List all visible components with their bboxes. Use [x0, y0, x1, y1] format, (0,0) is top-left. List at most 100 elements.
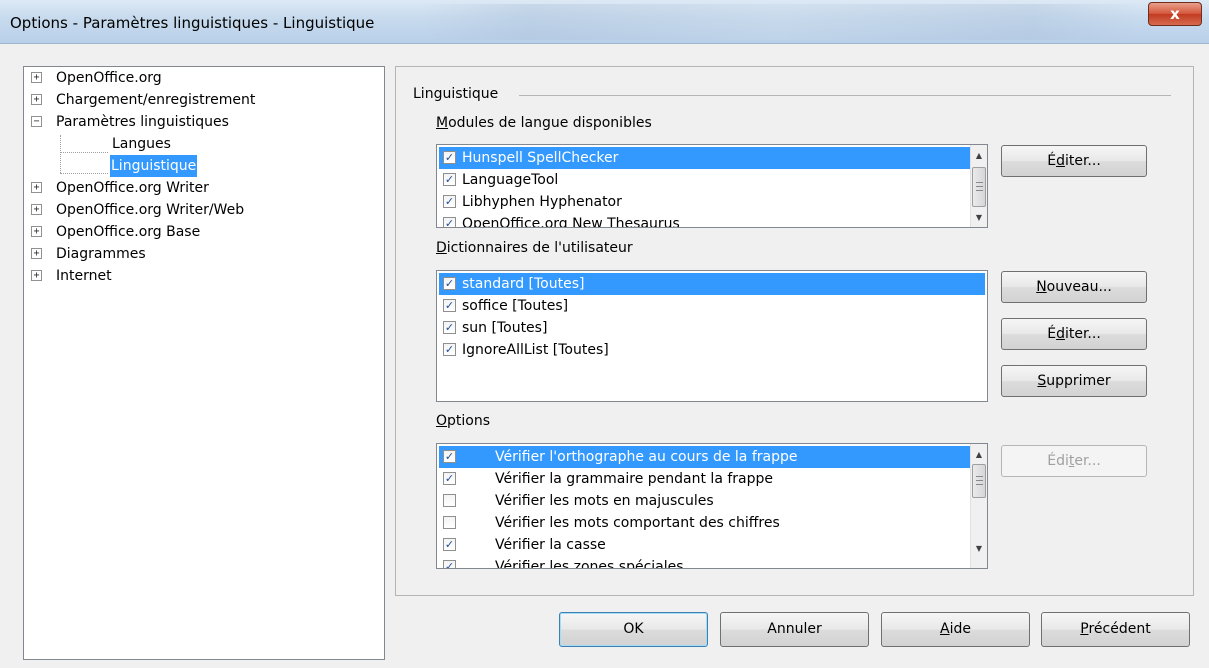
checkbox[interactable]: ✓ [443, 277, 456, 290]
checkbox[interactable]: ✓ [443, 450, 456, 463]
list-item[interactable]: ✓ Vérifier la grammaire pendant la frapp… [439, 468, 970, 490]
list-item-label: Libhyphen Hyphenator [462, 194, 622, 210]
list-item[interactable]: Vérifier les mots comportant des chiffre… [439, 512, 970, 534]
options-edit-post: er... [1074, 453, 1101, 469]
modules-label-mnemonic: M [436, 115, 449, 131]
options-tree[interactable]: + OpenOffice.org + Chargement/enregistre… [23, 66, 385, 660]
tree-item-label: Paramètres linguistiques [56, 114, 229, 130]
scroll-up-icon[interactable]: ▲ [971, 147, 987, 164]
tree-item-label: Linguistique [110, 155, 198, 177]
modules-edit-pre: É [1047, 153, 1057, 169]
dictionaries-label-rest: ictionnaires de l'utilisateur [446, 240, 633, 256]
dictionaries-delete-rest: upprimer [1046, 373, 1111, 389]
expand-icon[interactable]: + [31, 270, 42, 281]
list-item[interactable]: ✓ Vérifier la casse [439, 534, 970, 556]
list-item[interactable]: ✓ Hunspell SpellChecker [439, 147, 970, 169]
list-item[interactable]: ✓ sun [Toutes] [439, 317, 985, 339]
help-rest: ide [949, 621, 971, 637]
dictionaries-delete-mnemonic: S [1037, 373, 1047, 389]
tree-connector [60, 152, 108, 153]
list-item[interactable]: ✓ OpenOffice.org New Thesaurus [439, 213, 970, 228]
expand-icon[interactable]: + [31, 204, 42, 215]
dictionaries-new-button[interactable]: Nouveau... [1001, 271, 1147, 303]
options-list[interactable]: ✓ Vérifier l'orthographe au cours de la … [436, 443, 988, 569]
modules-list[interactable]: ✓ Hunspell SpellChecker ✓ LanguageTool ✓… [436, 144, 988, 228]
list-item[interactable]: ✓ Libhyphen Hyphenator [439, 191, 970, 213]
expand-icon[interactable]: + [31, 72, 42, 83]
collapse-icon[interactable]: − [31, 116, 42, 127]
list-item[interactable]: ✓ Vérifier les zones spéciales [439, 556, 970, 569]
scroll-thumb[interactable] [972, 167, 986, 207]
options-edit-button[interactable]: Éditer... [1001, 445, 1147, 477]
tree-item-label: OpenOffice.org [56, 70, 162, 86]
checkbox[interactable]: ✓ [443, 321, 456, 334]
scroll-thumb[interactable] [972, 464, 986, 498]
ok-button[interactable]: OK [559, 612, 708, 647]
list-item[interactable]: ✓ soffice [Toutes] [439, 295, 985, 317]
cancel-button[interactable]: Annuler [720, 612, 869, 647]
list-item-label: sun [Toutes] [462, 320, 548, 336]
checkbox[interactable]: ✓ [443, 195, 456, 208]
help-mnemonic: A [940, 621, 950, 637]
grip-icon [976, 182, 983, 183]
checkbox[interactable] [443, 516, 456, 529]
checkbox[interactable]: ✓ [443, 151, 456, 164]
options-edit-pre: Édi [1047, 453, 1069, 469]
checkbox[interactable]: ✓ [443, 560, 456, 568]
checkbox[interactable] [443, 494, 456, 507]
grip-icon [976, 190, 983, 191]
options-scrollbar[interactable]: ▲ ▼ [970, 444, 987, 568]
list-item-label: Hunspell SpellChecker [462, 150, 619, 166]
panel-title: Linguistique [413, 86, 499, 102]
scroll-down-icon[interactable]: ▼ [971, 209, 987, 226]
list-item-label: Vérifier la casse [495, 537, 606, 553]
list-item-label: LanguageTool [462, 172, 559, 188]
checkbox[interactable]: ✓ [443, 299, 456, 312]
list-item[interactable]: ✓ IgnoreAllList [Toutes] [439, 339, 985, 361]
window-title: Options - Paramètres linguistiques - Lin… [10, 14, 375, 32]
list-item[interactable]: ✓ Vérifier l'orthographe au cours de la … [439, 446, 970, 468]
list-item[interactable]: ✓ LanguageTool [439, 169, 970, 191]
list-item-label: IgnoreAllList [Toutes] [462, 342, 609, 358]
checkbox[interactable]: ✓ [443, 472, 456, 485]
dictionaries-delete-button[interactable]: Supprimer [1001, 365, 1147, 397]
expand-icon[interactable]: + [31, 248, 42, 259]
dictionaries-list[interactable]: ✓ standard [Toutes] ✓ soffice [Toutes] ✓… [436, 270, 988, 402]
tree-item-label: Diagrammes [56, 246, 146, 262]
back-button[interactable]: Précédent [1041, 612, 1190, 647]
dictionaries-edit-button[interactable]: Éditer... [1001, 318, 1147, 350]
tree-item-label: OpenOffice.org Base [56, 224, 201, 240]
options-label-mnemonic: O [436, 413, 448, 429]
expand-icon[interactable]: + [31, 182, 42, 193]
tree-item-label: OpenOffice.org Writer [56, 180, 209, 196]
checkbox[interactable]: ✓ [443, 173, 456, 186]
dictionaries-edit-mnemonic: d [1056, 326, 1065, 342]
list-item-label: Vérifier les mots en majuscules [495, 493, 714, 509]
dictionaries-new-mnemonic: N [1036, 279, 1047, 295]
checkbox[interactable]: ✓ [443, 538, 456, 551]
list-item-label: soffice [Toutes] [462, 298, 569, 314]
list-item-label: OpenOffice.org New Thesaurus [462, 216, 680, 228]
expand-icon[interactable]: + [31, 94, 42, 105]
list-item[interactable]: Vérifier les mots en majuscules [439, 490, 970, 512]
linguistique-panel: Linguistique Modules de langue disponibl… [395, 66, 1194, 596]
scroll-up-icon[interactable]: ▲ [971, 446, 987, 463]
checkbox[interactable]: ✓ [443, 217, 456, 227]
options-label: Options [436, 413, 490, 429]
grip-icon [976, 476, 983, 477]
modules-edit-mnemonic: d [1056, 153, 1065, 169]
list-item-label: Vérifier les zones spéciales [495, 559, 684, 569]
grip-icon [976, 480, 983, 481]
tree-item-label: Langues [112, 136, 171, 152]
checkbox[interactable]: ✓ [443, 343, 456, 356]
panel-title-divider [519, 95, 1171, 96]
scroll-down-icon[interactable]: ▼ [971, 540, 987, 557]
expand-icon[interactable]: + [31, 226, 42, 237]
list-item[interactable]: ✓ standard [Toutes] [439, 273, 985, 295]
tree-item-label: OpenOffice.org Writer/Web [56, 202, 245, 218]
modules-edit-button[interactable]: Éditer... [1001, 145, 1147, 177]
help-button[interactable]: Aide [881, 612, 1030, 647]
close-button[interactable]: x [1148, 2, 1202, 26]
tree-connector [60, 135, 61, 173]
modules-scrollbar[interactable]: ▲ ▼ [970, 145, 987, 227]
